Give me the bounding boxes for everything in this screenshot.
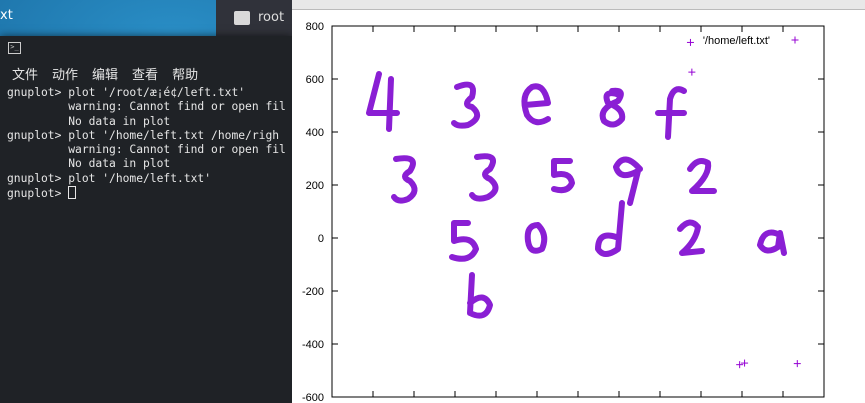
menu-view[interactable]: 查看	[132, 64, 158, 83]
desktop-label: xt	[0, 8, 13, 23]
data-point	[741, 359, 749, 367]
terminal-line: No data in plot	[7, 157, 171, 171]
legend-marker	[791, 36, 799, 44]
scatter-plot: 800 600 400 200 0 -200 -400 -600 '/home/left.txt…	[302, 21, 825, 403]
y-tick-label: 400	[306, 127, 324, 139]
y-tick-label: -400	[302, 339, 324, 351]
menu-file[interactable]: 文件	[12, 64, 38, 83]
menu-help[interactable]: 帮助	[172, 64, 198, 83]
gnuplot-window[interactable]: 800 600 400 200 0 -200 -400 -600 '/home/left.txt…	[292, 0, 865, 403]
terminal-line: gnuplot> plot '/home/left.txt /home/righ	[7, 128, 280, 142]
y-tick-label: 200	[306, 180, 324, 192]
terminal-line: gnuplot> plot '/home/left.txt'	[7, 171, 212, 185]
terminal-prompt: gnuplot>	[7, 187, 69, 201]
terminal-prompt-line[interactable]: gnuplot>	[7, 186, 292, 201]
terminal-titlebar[interactable]: >_	[0, 36, 292, 60]
terminal-output[interactable]: gnuplot> plot '/root/æ¡é¢/left.txt' warn…	[0, 86, 292, 201]
terminal-window[interactable]: >_ 文件 动作 编辑 查看 帮助 gnuplot> plot '/root/æ…	[0, 36, 292, 403]
y-tick-label: 600	[306, 74, 324, 86]
handwritten-characters	[366, 71, 787, 319]
legend-label: '/home/left.txt'	[703, 35, 770, 47]
data-point	[686, 38, 694, 46]
folder-icon	[234, 10, 250, 25]
y-tick-label: -200	[302, 286, 324, 298]
y-tick-label: 0	[318, 233, 324, 245]
terminal-line: gnuplot> plot '/root/æ¡é¢/left.txt'	[7, 86, 246, 99]
fm-root-label: root	[258, 10, 285, 25]
terminal-line: No data in plot	[7, 114, 171, 128]
fm-root-item[interactable]: root	[234, 10, 284, 25]
data-point	[793, 360, 801, 368]
plot-border	[331, 25, 825, 398]
data-point	[688, 68, 696, 76]
menu-action[interactable]: 动作	[52, 64, 78, 83]
terminal-line: warning: Cannot find or open fil	[7, 100, 286, 114]
y-tick-label: 800	[306, 21, 324, 33]
text-cursor	[68, 186, 77, 200]
terminal-line: warning: Cannot find or open fil	[7, 143, 286, 157]
menu-edit[interactable]: 编辑	[92, 64, 118, 83]
y-tick-label: -600	[302, 392, 324, 403]
terminal-menubar: 文件 动作 编辑 查看 帮助	[0, 60, 292, 86]
terminal-icon: >_	[8, 42, 21, 54]
data-point	[736, 361, 744, 369]
